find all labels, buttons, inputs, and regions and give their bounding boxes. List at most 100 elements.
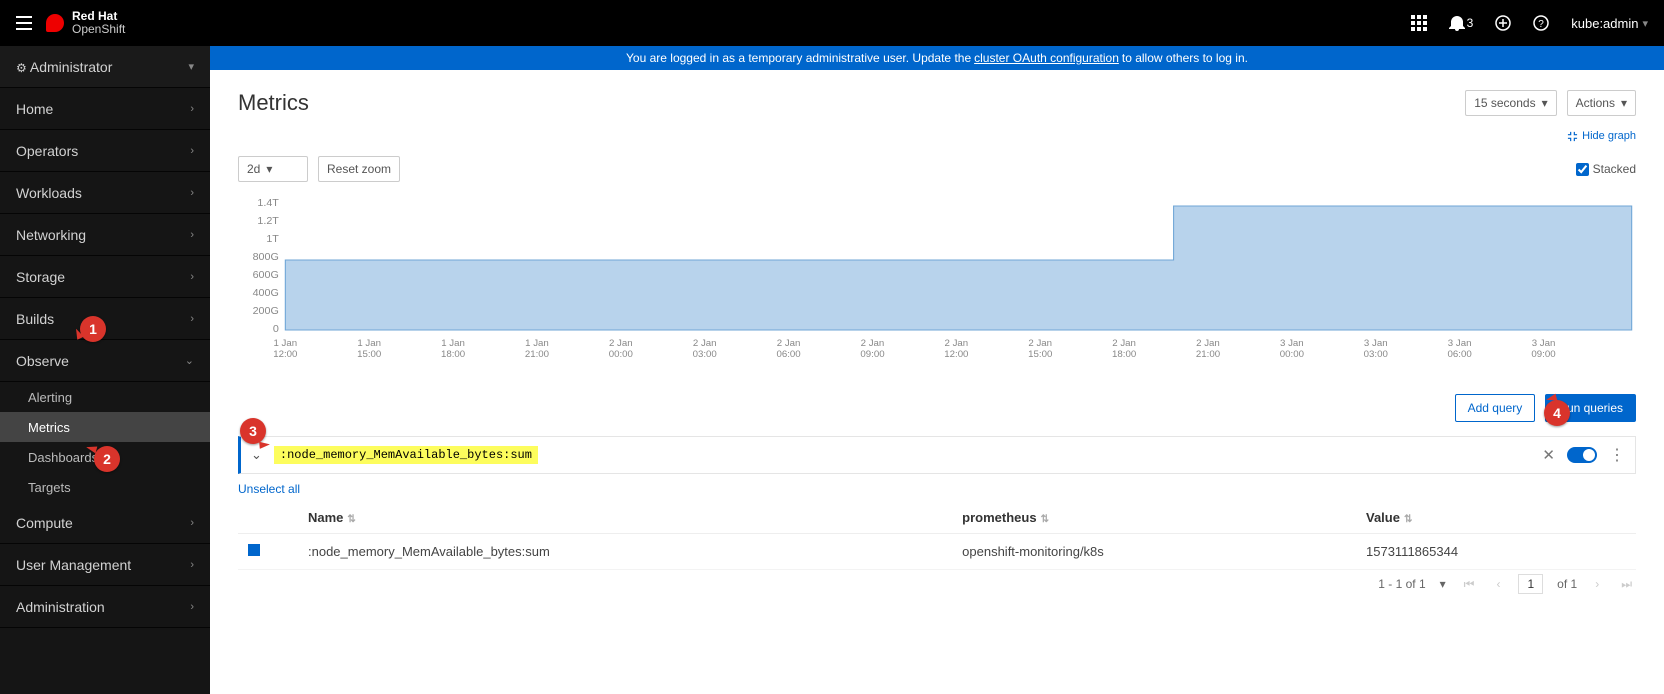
- sidebar-item-networking[interactable]: Networking›: [0, 214, 210, 256]
- svg-text:2 Jan: 2 Jan: [945, 338, 969, 348]
- svg-text:15:00: 15:00: [357, 349, 381, 359]
- stacked-checkbox[interactable]: Stacked: [1576, 162, 1636, 176]
- annotation-4: 4: [1544, 400, 1570, 426]
- apps-grid-icon[interactable]: [1411, 15, 1427, 31]
- sort-icon: ⇅: [1041, 514, 1049, 525]
- table-row[interactable]: :node_memory_MemAvailable_bytes:sum open…: [238, 534, 1636, 570]
- chevron-down-icon: ⌄: [185, 354, 194, 367]
- refresh-interval-dropdown[interactable]: 15 seconds▾: [1465, 90, 1556, 116]
- collapse-query-icon[interactable]: ⌄: [251, 447, 262, 463]
- svg-text:06:00: 06:00: [1448, 349, 1472, 359]
- sidebar-sub-metrics[interactable]: Metrics: [0, 412, 210, 442]
- svg-text:1 Jan: 1 Jan: [273, 338, 297, 348]
- sidebar-item-storage[interactable]: Storage›: [0, 256, 210, 298]
- hide-graph-link[interactable]: Hide graph: [1567, 130, 1636, 142]
- notification-count: 3: [1467, 16, 1474, 30]
- svg-text:3 Jan: 3 Jan: [1364, 338, 1388, 348]
- query-kebab-icon[interactable]: ⋮: [1609, 445, 1625, 465]
- banner-link[interactable]: cluster OAuth configuration: [974, 51, 1119, 65]
- svg-text:21:00: 21:00: [1196, 349, 1220, 359]
- banner-suffix: to allow others to log in.: [1122, 51, 1248, 65]
- svg-text:18:00: 18:00: [1112, 349, 1136, 359]
- pager-last-icon[interactable]: ⏭: [1617, 577, 1636, 592]
- query-input[interactable]: :node_memory_MemAvailable_bytes:sum: [274, 446, 538, 464]
- actions-dropdown[interactable]: Actions▾: [1567, 90, 1636, 116]
- svg-text:00:00: 00:00: [609, 349, 633, 359]
- series-color-swatch[interactable]: [248, 544, 260, 556]
- svg-text:00:00: 00:00: [1280, 349, 1304, 359]
- gear-icon: ⚙: [16, 61, 27, 75]
- svg-text:3 Jan: 3 Jan: [1532, 338, 1556, 348]
- svg-text:?: ?: [1538, 19, 1544, 30]
- sidebar-item-user-management[interactable]: User Management›: [0, 544, 210, 586]
- svg-text:1 Jan: 1 Jan: [441, 338, 465, 348]
- add-query-button[interactable]: Add query: [1455, 394, 1536, 422]
- time-range-dropdown[interactable]: 2d▾: [238, 156, 308, 182]
- sidebar: ⚙ Administrator ▾ Home› Operators› Workl…: [0, 46, 210, 694]
- sidebar-item-administration[interactable]: Administration›: [0, 586, 210, 628]
- user-menu[interactable]: kube:admin ▾: [1571, 16, 1648, 31]
- reset-zoom-button[interactable]: Reset zoom: [318, 156, 400, 182]
- stacked-input[interactable]: [1576, 163, 1589, 176]
- col-prometheus[interactable]: prometheus⇅: [952, 502, 1356, 534]
- main-content: Metrics 15 seconds▾ Actions▾ Hide graph …: [210, 70, 1664, 694]
- notifications-button[interactable]: 3: [1449, 15, 1474, 31]
- info-banner: You are logged in as a temporary adminis…: [210, 46, 1664, 70]
- svg-text:3 Jan: 3 Jan: [1280, 338, 1304, 348]
- perspective-label: Administrator: [30, 59, 112, 75]
- pager-first-icon[interactable]: ⏮: [1460, 577, 1479, 592]
- pager-next-icon[interactable]: ›: [1591, 577, 1603, 591]
- col-name[interactable]: Name⇅: [298, 502, 952, 534]
- pager-prev-icon[interactable]: ‹: [1492, 577, 1504, 591]
- hamburger-icon[interactable]: [16, 16, 32, 30]
- caret-down-icon: ▾: [1642, 17, 1648, 30]
- perspective-switcher[interactable]: ⚙ Administrator ▾: [0, 46, 210, 88]
- col-value[interactable]: Value⇅: [1356, 502, 1636, 534]
- svg-text:15:00: 15:00: [1028, 349, 1052, 359]
- svg-text:03:00: 03:00: [1364, 349, 1388, 359]
- svg-text:2 Jan: 2 Jan: [1112, 338, 1136, 348]
- svg-text:2 Jan: 2 Jan: [1196, 338, 1220, 348]
- sidebar-item-operators[interactable]: Operators›: [0, 130, 210, 172]
- sidebar-sub-targets[interactable]: Targets: [0, 472, 210, 502]
- pager-range[interactable]: 1 - 1 of 1: [1378, 577, 1425, 591]
- svg-text:1T: 1T: [266, 234, 279, 245]
- sidebar-item-observe[interactable]: Observe⌄: [0, 340, 210, 382]
- compress-icon: [1567, 131, 1578, 142]
- pager-current[interactable]: 1: [1518, 574, 1543, 594]
- topbar: Red Hat OpenShift 3 ? kube:admin ▾: [0, 0, 1664, 46]
- svg-text:06:00: 06:00: [777, 349, 801, 359]
- svg-text:0: 0: [273, 324, 279, 335]
- redhat-logo-icon: [46, 14, 64, 32]
- sort-icon: ⇅: [347, 514, 355, 525]
- svg-text:12:00: 12:00: [273, 349, 297, 359]
- annotation-1: 1: [80, 316, 106, 342]
- sidebar-item-home[interactable]: Home›: [0, 88, 210, 130]
- sidebar-sub-alerting[interactable]: Alerting: [0, 382, 210, 412]
- svg-text:09:00: 09:00: [860, 349, 884, 359]
- svg-text:200G: 200G: [253, 306, 279, 317]
- svg-text:18:00: 18:00: [441, 349, 465, 359]
- results-table: Name⇅ prometheus⇅ Value⇅ :node_memory_Me…: [238, 502, 1636, 570]
- svg-text:400G: 400G: [253, 288, 279, 299]
- metrics-chart[interactable]: 1.4T1.2T1T 800G600G400G 200G0 1 Jan12:00…: [238, 194, 1636, 384]
- annotation-2: 2: [94, 446, 120, 472]
- svg-text:600G: 600G: [253, 270, 279, 281]
- help-icon[interactable]: ?: [1533, 15, 1549, 31]
- svg-text:2 Jan: 2 Jan: [777, 338, 801, 348]
- cell-name: :node_memory_MemAvailable_bytes:sum: [298, 534, 952, 570]
- brand: Red Hat OpenShift: [46, 10, 125, 35]
- svg-text:1.2T: 1.2T: [257, 216, 279, 227]
- query-enabled-toggle[interactable]: [1567, 447, 1597, 463]
- unselect-all-link[interactable]: Unselect all: [238, 482, 1636, 496]
- user-name: kube:admin: [1571, 16, 1638, 31]
- clear-query-icon[interactable]: ✕: [1542, 446, 1555, 464]
- svg-text:09:00: 09:00: [1531, 349, 1555, 359]
- bell-icon: [1449, 15, 1465, 31]
- sidebar-item-workloads[interactable]: Workloads›: [0, 172, 210, 214]
- pagination: 1 - 1 of 1▾ ⏮ ‹ 1 of 1 › ⏭: [238, 574, 1636, 594]
- cell-value: 1573111865344: [1356, 534, 1636, 570]
- plus-icon[interactable]: [1495, 15, 1511, 31]
- svg-text:1 Jan: 1 Jan: [525, 338, 549, 348]
- sidebar-item-compute[interactable]: Compute›: [0, 502, 210, 544]
